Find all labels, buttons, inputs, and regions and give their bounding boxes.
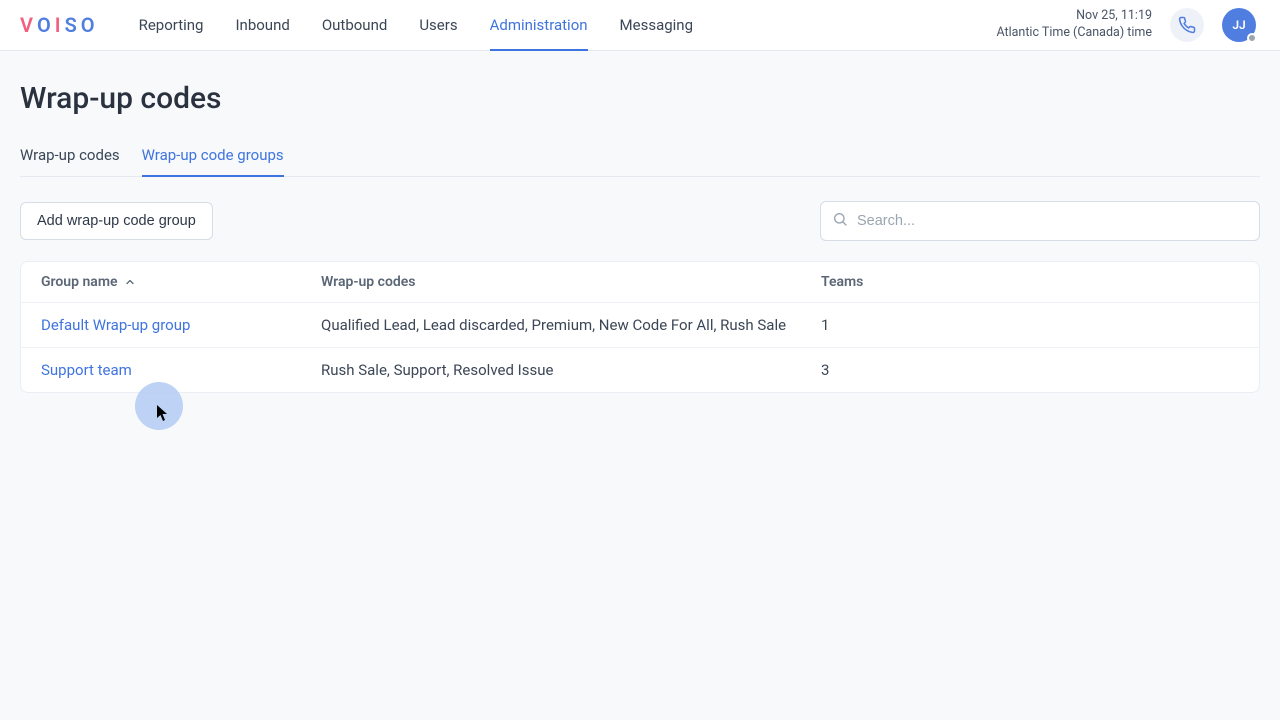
nav-outbound[interactable]: Outbound xyxy=(322,0,388,50)
brand-logo[interactable]: VOISO xyxy=(20,13,99,37)
nav-reporting[interactable]: Reporting xyxy=(139,0,204,50)
col-header-group-name-label: Group name xyxy=(41,274,118,290)
group-name-link[interactable]: Default Wrap-up group xyxy=(41,316,321,334)
nav-messaging[interactable]: Messaging xyxy=(620,0,693,50)
avatar-initials: JJ xyxy=(1232,18,1245,32)
sort-asc-icon xyxy=(124,276,136,288)
search-icon xyxy=(832,211,848,231)
table-row[interactable]: Default Wrap-up group Qualified Lead, Le… xyxy=(21,303,1259,348)
group-name-link[interactable]: Support team xyxy=(41,361,321,379)
col-header-teams[interactable]: Teams xyxy=(821,274,1239,290)
nav-users[interactable]: Users xyxy=(419,0,457,50)
table-row[interactable]: Support team Rush Sale, Support, Resolve… xyxy=(21,348,1259,392)
header-tz: Atlantic Time (Canada) time xyxy=(996,25,1152,42)
phone-icon xyxy=(1178,16,1196,34)
status-dot-icon xyxy=(1247,33,1257,43)
wrapup-groups-table: Group name Wrap-up codes Teams Default W… xyxy=(20,261,1260,393)
page-title: Wrap-up codes xyxy=(20,81,1260,116)
dialer-button[interactable] xyxy=(1170,8,1204,42)
tab-wrapup-codes[interactable]: Wrap-up codes xyxy=(20,138,120,176)
tab-wrapup-code-groups[interactable]: Wrap-up code groups xyxy=(142,138,284,176)
teams-cell: 1 xyxy=(821,316,1239,334)
col-header-wrapup-codes[interactable]: Wrap-up codes xyxy=(321,274,821,290)
wrapup-codes-cell: Qualified Lead, Lead discarded, Premium,… xyxy=(321,316,821,334)
nav-inbound[interactable]: Inbound xyxy=(235,0,289,50)
col-header-group-name[interactable]: Group name xyxy=(41,274,321,290)
add-wrapup-code-group-button[interactable]: Add wrap-up code group xyxy=(20,202,213,240)
cursor-arrow-icon xyxy=(156,404,170,422)
wrapup-codes-cell: Rush Sale, Support, Resolved Issue xyxy=(321,361,821,379)
teams-cell: 3 xyxy=(821,361,1239,379)
header-datetime: Nov 25, 11:19 Atlantic Time (Canada) tim… xyxy=(996,8,1152,42)
nav-administration[interactable]: Administration xyxy=(490,0,588,50)
header-date: Nov 25, 11:19 xyxy=(996,8,1152,25)
search-input[interactable] xyxy=(820,201,1260,241)
user-avatar[interactable]: JJ xyxy=(1222,8,1256,42)
